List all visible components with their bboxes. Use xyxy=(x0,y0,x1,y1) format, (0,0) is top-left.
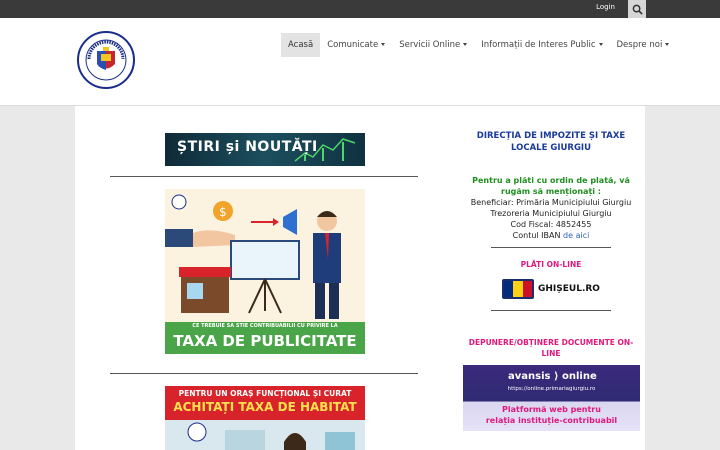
institution-logo[interactable] xyxy=(77,31,135,89)
divider xyxy=(491,310,611,311)
svg-text:$: $ xyxy=(219,205,227,219)
sidebar-title-1: DIRECȚIA DE IMPOZITE ȘI TAXE xyxy=(476,131,626,141)
search-button[interactable] xyxy=(628,0,646,18)
avansis-online-banner[interactable]: avansis ⟩ online https://online.primaria… xyxy=(463,365,640,431)
habitat-illustration xyxy=(187,422,355,450)
payment-instructions-1: Pentru a plăti cu ordin de plată, vă xyxy=(472,176,630,185)
main-nav: Acasă Comunicate Servicii Online Informa… xyxy=(281,33,676,57)
iban-link[interactable]: de aici xyxy=(563,231,589,240)
sidebar: DIRECȚIA DE IMPOZITE ȘI TAXE LOCALE GIUR… xyxy=(462,130,640,359)
caret-down-icon xyxy=(463,43,468,46)
depunere-title-2: LINE xyxy=(541,349,561,358)
nav-servicii-online[interactable]: Servicii Online xyxy=(392,33,474,57)
news-banner-text: ȘTIRI și NOUTĂȚI xyxy=(177,139,318,155)
poster-line-1: PENTRU UN ORAȘ FUNCȚIONAL ȘI CURAT xyxy=(178,389,352,398)
top-bar: Login xyxy=(0,0,720,18)
nav-despre-label: Despre noi xyxy=(616,40,663,50)
avansis-line-1: Platformă web pentru xyxy=(502,405,601,414)
iban-prefix: Contul IBAN xyxy=(512,231,561,240)
cod-fiscal-text: Cod Fiscal: 4852455 xyxy=(510,220,592,229)
poster-caption-big: TAXA DE PUBLICITATE xyxy=(165,330,365,354)
nav-acasa-label: Acasă xyxy=(288,40,314,50)
divider xyxy=(491,247,611,248)
divider xyxy=(110,373,418,374)
nav-informatii-label: Informații de Interes Public xyxy=(481,40,596,50)
advertising-illustration: $ $ xyxy=(165,194,341,319)
nav-servicii-label: Servicii Online xyxy=(399,40,461,50)
iban-line: Contul IBAN de aici xyxy=(462,230,640,241)
caret-down-icon xyxy=(665,43,670,46)
plati-online-title: PLĂȚI ON-LINE xyxy=(520,260,582,269)
search-icon xyxy=(632,4,643,15)
avansis-url: https://online.primariagiurgiu.ro xyxy=(507,386,596,392)
avansis-logo: avansis ⟩ online xyxy=(508,371,597,382)
romania-flag-icon xyxy=(502,279,535,299)
site-header: Acasă Comunicate Servicii Online Informa… xyxy=(0,18,720,106)
payment-instructions-2: rugăm să menționați : xyxy=(501,187,601,196)
nav-comunicate-label: Comunicate xyxy=(327,40,379,50)
depunere-title-1: DEPUNERE/OBȚINERE DOCUMENTE ON- xyxy=(468,338,634,347)
nav-comunicate[interactable]: Comunicate xyxy=(320,33,392,57)
caret-down-icon xyxy=(381,43,386,46)
ghiseul-label: GHIȘEUL.RO xyxy=(538,284,600,294)
poster-taxa-publicitate[interactable]: $ $ CE TREBUIE SA STIE CONTRIBUABILII CU… xyxy=(165,189,365,354)
nav-despre-noi[interactable]: Despre noi xyxy=(610,33,677,57)
poster-line-2: ACHITAȚI TAXA DE HABITAT xyxy=(173,400,357,414)
avansis-line-2: relația instituție-contribuabil xyxy=(485,416,618,425)
nav-informatii[interactable]: Informații de Interes Public xyxy=(474,33,609,57)
nav-acasa[interactable]: Acasă xyxy=(281,33,321,57)
beneficiar-text: Beneficiar: Primăria Municipiului Giurgi… xyxy=(470,198,632,207)
caret-down-icon xyxy=(598,43,603,46)
login-link[interactable]: Login xyxy=(596,3,615,11)
poster-taxa-habitat[interactable]: PENTRU UN ORAȘ FUNCȚIONAL ȘI CURAT ACHIT… xyxy=(165,386,365,450)
trezoreria-text: Trezoreria Municipiului Giurgiu xyxy=(490,209,612,218)
sidebar-title-2: LOCALE GIURGIU xyxy=(511,143,591,153)
divider xyxy=(110,176,418,177)
poster-caption-small: CE TREBUIE SA STIE CONTRIBUABILII CU PRI… xyxy=(165,322,365,330)
ghiseul-ro-link[interactable]: GHIȘEUL.RO xyxy=(501,278,601,300)
news-banner[interactable]: ȘTIRI și NOUTĂȚI xyxy=(165,133,365,166)
